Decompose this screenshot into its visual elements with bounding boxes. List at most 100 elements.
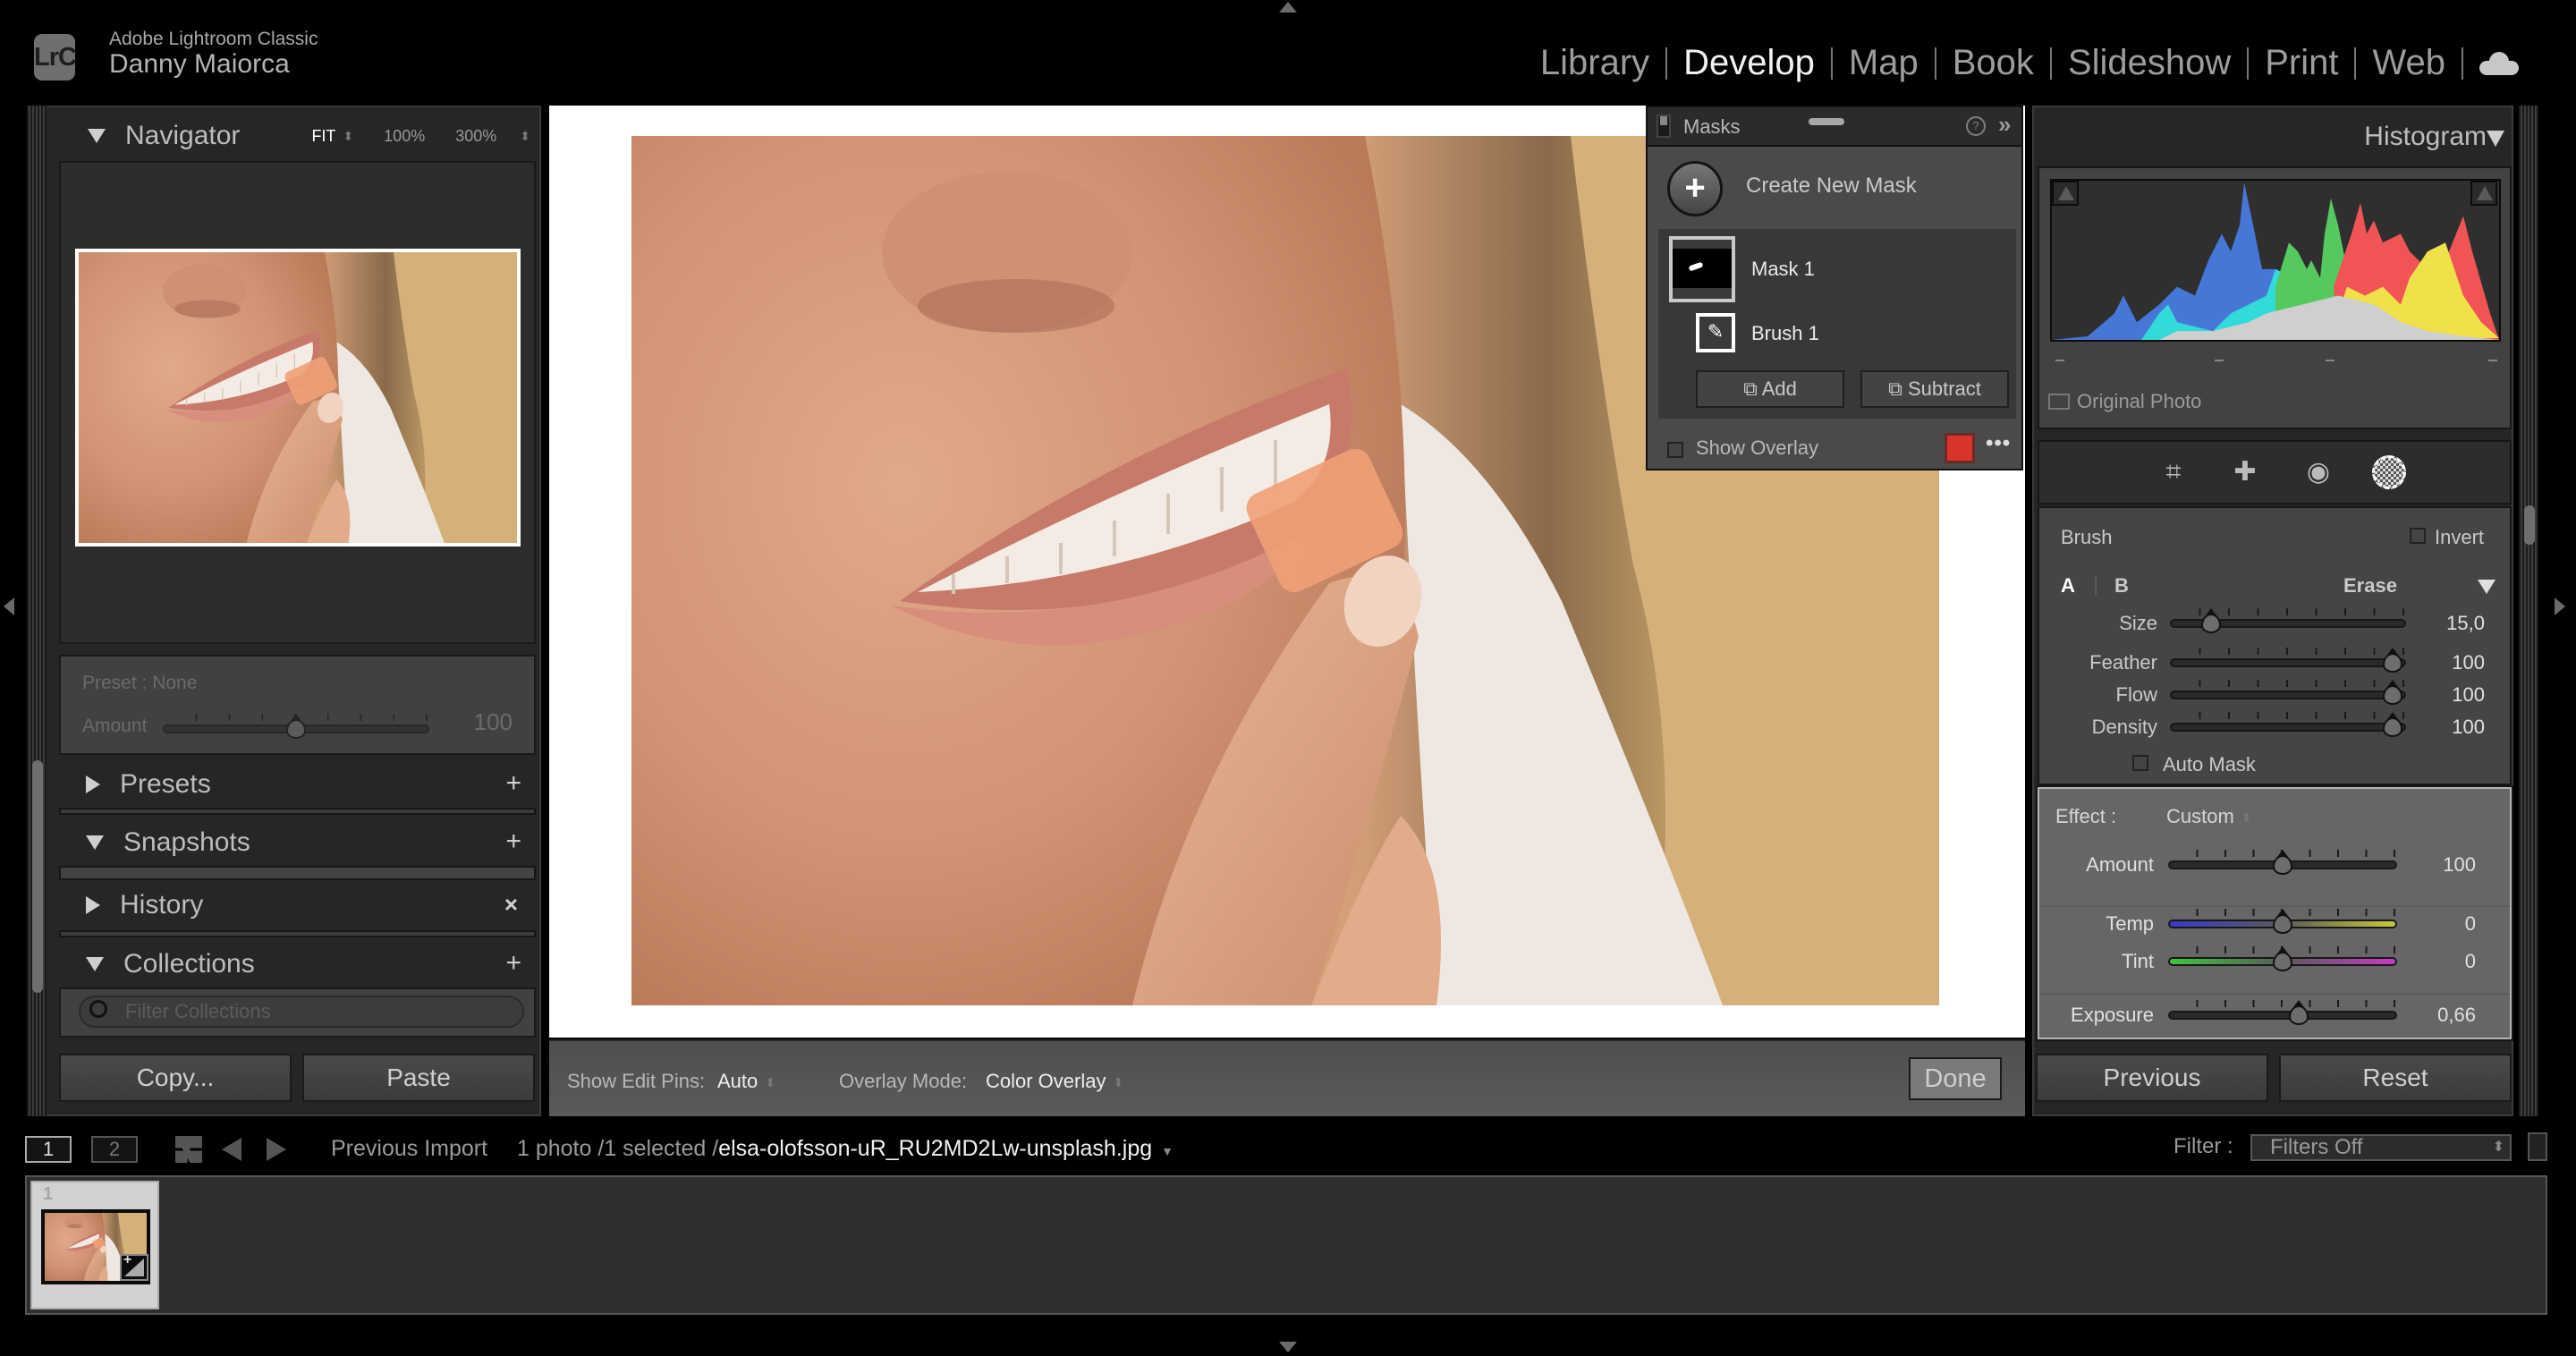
- masking-tool-icon[interactable]: [2372, 455, 2406, 489]
- density-slider[interactable]: [2170, 712, 2406, 737]
- previous-button[interactable]: Previous: [2036, 1054, 2268, 1102]
- add-preset-icon[interactable]: +: [505, 768, 521, 799]
- add-snapshot-icon[interactable]: +: [505, 826, 521, 857]
- filter-select[interactable]: Filters Off ⬍: [2250, 1134, 2512, 1161]
- subtract-from-mask-button[interactable]: ⧉ Subtract: [1860, 370, 2009, 408]
- secondary-window-button[interactable]: 2: [91, 1136, 138, 1163]
- snapshots-section-header[interactable]: Snapshots +: [47, 814, 541, 871]
- original-photo-checkbox[interactable]: [2048, 394, 2070, 410]
- right-panel-scrollbar[interactable]: [2524, 505, 2535, 545]
- preset-amount-slider[interactable]: [163, 714, 429, 739]
- histogram-title[interactable]: Histogram: [2364, 122, 2487, 152]
- overlay-mode-select[interactable]: Color Overlay ⬍: [986, 1070, 1123, 1093]
- module-slideshow[interactable]: Slideshow: [2052, 43, 2247, 83]
- temp-value[interactable]: 0: [2404, 912, 2476, 936]
- create-new-mask-button[interactable]: +: [1667, 161, 1723, 216]
- clear-history-icon[interactable]: ×: [504, 891, 518, 919]
- collapse-top-panel-arrow-icon[interactable]: [1279, 2, 1297, 13]
- create-new-mask-label[interactable]: Create New Mask: [1746, 174, 1917, 199]
- navigator-header[interactable]: Navigator FIT ⬍ 100% 300% ⬍: [48, 107, 543, 165]
- slider-thumb[interactable]: [2288, 1000, 2309, 1025]
- amount-value[interactable]: 100: [2404, 853, 2476, 877]
- overlay-color-swatch[interactable]: [1945, 433, 1975, 463]
- erase-tab[interactable]: Erase: [2343, 574, 2397, 597]
- develop-adjustments-badge-icon[interactable]: +: [120, 1252, 148, 1281]
- feather-value[interactable]: 100: [2413, 651, 2485, 674]
- slider-thumb[interactable]: [2383, 712, 2402, 737]
- zoom-300-option[interactable]: 300% ⬍: [455, 127, 530, 146]
- history-section-header[interactable]: History ×: [47, 877, 541, 934]
- selected-filename[interactable]: elsa-olofsson-uR_RU2MD2Lw-unsplash.jpg: [718, 1136, 1152, 1161]
- filter-collections-input[interactable]: Filter Collections: [79, 996, 524, 1028]
- exposure-slider[interactable]: [2168, 1000, 2397, 1025]
- copy-settings-button[interactable]: Copy...: [59, 1054, 292, 1102]
- left-panel-scrollbar[interactable]: [32, 760, 43, 993]
- masks-panel-header[interactable]: Masks ? »: [1648, 107, 2021, 147]
- done-button[interactable]: Done: [1909, 1057, 2002, 1100]
- brush-settings-menu-icon[interactable]: [2478, 580, 2496, 594]
- show-overlay-checkbox[interactable]: [1667, 442, 1683, 458]
- primary-window-button[interactable]: 1: [25, 1136, 72, 1163]
- brush-icon[interactable]: ✎: [1696, 313, 1735, 352]
- next-photo-arrow-icon[interactable]: [267, 1138, 286, 1161]
- highlight-clipping-indicator[interactable]: [2470, 181, 2497, 206]
- slider-thumb[interactable]: [286, 714, 306, 739]
- add-to-mask-button[interactable]: ⧉ Add: [1696, 370, 1844, 408]
- cloud-sync-icon[interactable]: [2479, 51, 2519, 75]
- slider-thumb[interactable]: [2273, 850, 2292, 875]
- brush-b-tab[interactable]: B: [2114, 574, 2129, 597]
- drag-handle[interactable]: [1809, 118, 1844, 125]
- flow-slider[interactable]: [2170, 680, 2406, 705]
- filter-lock-toggle[interactable]: [2528, 1132, 2547, 1161]
- temp-slider[interactable]: [2168, 909, 2397, 934]
- filmstrip-source[interactable]: Previous Import: [331, 1136, 487, 1162]
- module-print[interactable]: Print: [2249, 43, 2354, 83]
- expanded-triangle-icon[interactable]: [2487, 131, 2504, 147]
- previous-photo-arrow-icon[interactable]: [222, 1138, 242, 1161]
- size-slider[interactable]: [2170, 608, 2406, 633]
- collapse-filmstrip-arrow-icon[interactable]: [1279, 1342, 1297, 1352]
- zoom-100-option[interactable]: 100%: [384, 127, 425, 146]
- mask-name[interactable]: Mask 1: [1751, 258, 1815, 281]
- masks-toggle-switch[interactable]: [1657, 114, 1671, 138]
- navigator-thumbnail[interactable]: [75, 249, 521, 547]
- collections-section-header[interactable]: Collections +: [47, 936, 541, 993]
- add-collection-icon[interactable]: +: [505, 948, 521, 979]
- module-web[interactable]: Web: [2356, 43, 2462, 83]
- crop-tool-icon[interactable]: ⌗: [2156, 454, 2191, 490]
- slider-thumb[interactable]: [2383, 648, 2402, 673]
- mask-thumbnail[interactable]: [1669, 236, 1735, 302]
- shadow-clipping-indicator[interactable]: [2052, 181, 2079, 206]
- dropdown-arrow-icon[interactable]: ▼: [1161, 1144, 1174, 1158]
- module-map[interactable]: Map: [1833, 43, 1935, 83]
- collapse-right-panel-arrow-icon[interactable]: [2555, 597, 2565, 615]
- presets-section-header[interactable]: Presets +: [47, 756, 541, 813]
- exposure-value[interactable]: 0,66: [2404, 1004, 2476, 1027]
- show-edit-pins-select[interactable]: Auto ⬍: [717, 1070, 775, 1093]
- slider-thumb[interactable]: [2383, 680, 2402, 705]
- collapse-left-panel-arrow-icon[interactable]: [4, 597, 14, 615]
- module-develop[interactable]: Develop: [1667, 43, 1831, 83]
- healing-tool-icon[interactable]: ✚: [2227, 454, 2263, 490]
- flow-value[interactable]: 100: [2413, 683, 2485, 707]
- collapse-panel-icon[interactable]: »: [1998, 111, 2011, 139]
- size-value[interactable]: 15,0: [2413, 612, 2485, 635]
- slider-thumb[interactable]: [2201, 608, 2222, 633]
- paste-settings-button[interactable]: Paste: [302, 1054, 535, 1102]
- amount-slider[interactable]: [2168, 850, 2397, 875]
- tint-slider[interactable]: [2168, 946, 2397, 971]
- slider-thumb[interactable]: [2273, 946, 2292, 971]
- brush-a-tab[interactable]: A: [2061, 574, 2075, 597]
- invert-checkbox[interactable]: [2410, 528, 2426, 544]
- help-icon[interactable]: ?: [1966, 116, 1986, 136]
- module-book[interactable]: Book: [1936, 43, 2050, 83]
- module-library[interactable]: Library: [1524, 43, 1665, 83]
- reset-button[interactable]: Reset: [2279, 1054, 2512, 1102]
- density-value[interactable]: 100: [2413, 716, 2485, 739]
- auto-mask-checkbox[interactable]: [2132, 755, 2148, 771]
- zoom-fit-option[interactable]: FIT ⬍: [311, 127, 353, 146]
- slider-thumb[interactable]: [2273, 909, 2292, 934]
- red-eye-tool-icon[interactable]: ◉: [2301, 454, 2336, 490]
- feather-slider[interactable]: [2170, 648, 2406, 673]
- more-options-icon[interactable]: •••: [1986, 431, 2011, 456]
